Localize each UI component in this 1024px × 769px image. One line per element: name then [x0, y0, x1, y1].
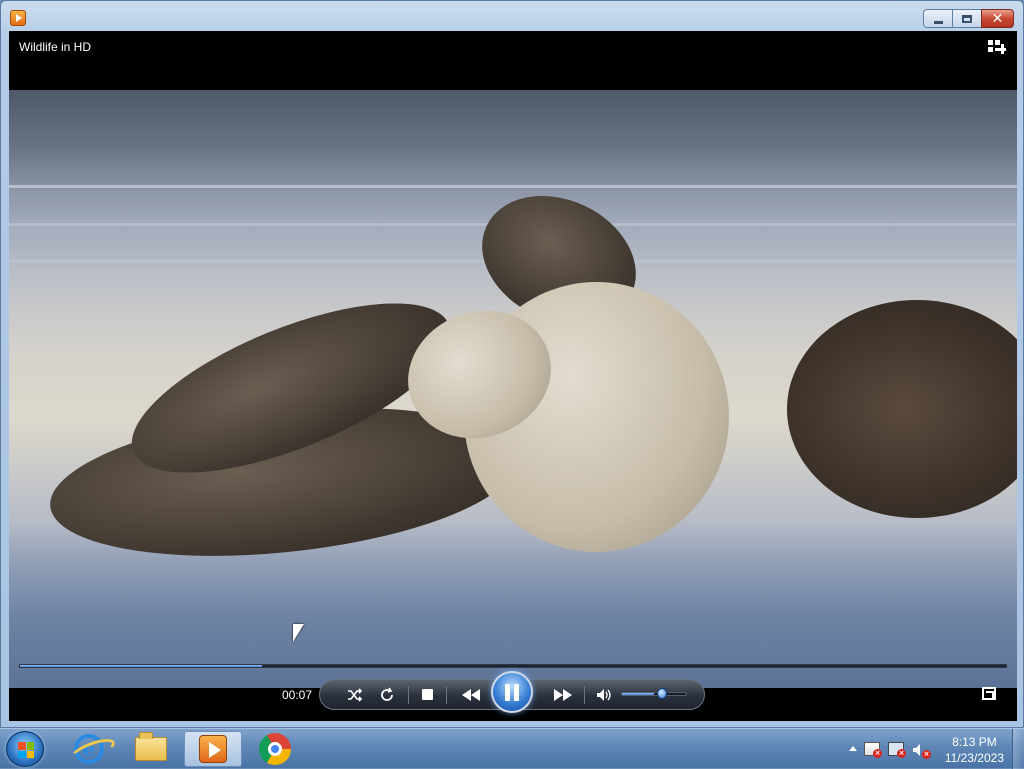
player-area: Wildlife in HD 00:07: [9, 31, 1017, 721]
video-frame[interactable]: [9, 90, 1017, 688]
taskbar-internet-explorer[interactable]: e: [60, 731, 118, 767]
taskbar-chrome[interactable]: [246, 731, 304, 767]
show-desktop-button[interactable]: [1012, 729, 1024, 769]
windows-media-player-icon[interactable]: [10, 10, 26, 26]
minimize-button[interactable]: [923, 9, 952, 28]
show-hidden-icons-button[interactable]: [849, 746, 857, 751]
close-button[interactable]: ✕: [981, 9, 1014, 28]
start-button[interactable]: [6, 731, 44, 767]
volume-slider-fill: [622, 693, 654, 695]
shuffle-button[interactable]: [344, 680, 366, 709]
previous-button[interactable]: [458, 680, 484, 709]
network-icon[interactable]: ×: [888, 742, 906, 758]
mouse-cursor-icon: [293, 624, 304, 642]
shuffle-icon: [348, 687, 363, 702]
windows-media-player-icon: [199, 735, 227, 763]
title-bar[interactable]: ✕: [1, 1, 1023, 31]
seek-bar[interactable]: [19, 664, 1007, 668]
fullscreen-button[interactable]: [982, 687, 996, 700]
next-button[interactable]: [550, 680, 576, 709]
system-tray: × × × 8:13 PM 11/23/2023: [834, 729, 1024, 769]
seek-bar-progress: [20, 665, 262, 667]
stop-button[interactable]: [416, 680, 438, 709]
volume-slider-thumb[interactable]: [657, 688, 667, 699]
video-seal-shape: [787, 300, 1017, 518]
taskbar-windows-explorer[interactable]: [122, 731, 180, 767]
rewind-icon: [462, 688, 480, 701]
taskbar-windows-media-player[interactable]: [184, 731, 242, 767]
action-center-icon[interactable]: ×: [864, 742, 882, 758]
windows-logo-icon: [18, 742, 34, 758]
windows-explorer-icon: [135, 732, 167, 761]
pause-icon: [505, 683, 510, 701]
media-title: Wildlife in HD: [19, 40, 92, 54]
maximize-icon: [962, 14, 972, 23]
elapsed-time: 00:07: [282, 688, 313, 702]
clock-time: 8:13 PM: [952, 735, 997, 749]
taskbar: e × × × 8:13 PM 11/23/2023: [0, 728, 1024, 769]
repeat-icon: [381, 687, 393, 701]
switch-to-library-button[interactable]: [988, 40, 1006, 54]
mute-button[interactable]: [592, 680, 616, 709]
switch-to-library-icon: [988, 40, 993, 45]
clock-date: 11/23/2023: [944, 751, 1004, 765]
caption-buttons: ✕: [923, 9, 1014, 28]
minimize-icon: [933, 20, 943, 24]
close-icon: ✕: [991, 10, 1004, 27]
taskbar-clock[interactable]: 8:13 PM 11/23/2023: [945, 734, 1004, 766]
fast-forward-icon: [554, 688, 572, 701]
pause-button[interactable]: [491, 671, 533, 713]
maximize-button[interactable]: [952, 9, 981, 28]
speaker-icon: [597, 688, 611, 701]
media-player-window: ✕ Wildlife in HD 00:07: [0, 0, 1024, 728]
volume-slider[interactable]: [621, 692, 687, 696]
repeat-button[interactable]: [376, 680, 398, 709]
stop-icon: [421, 689, 433, 700]
internet-explorer-icon: e: [74, 734, 104, 764]
chrome-icon: [259, 733, 291, 765]
volume-icon[interactable]: ×: [912, 742, 931, 759]
